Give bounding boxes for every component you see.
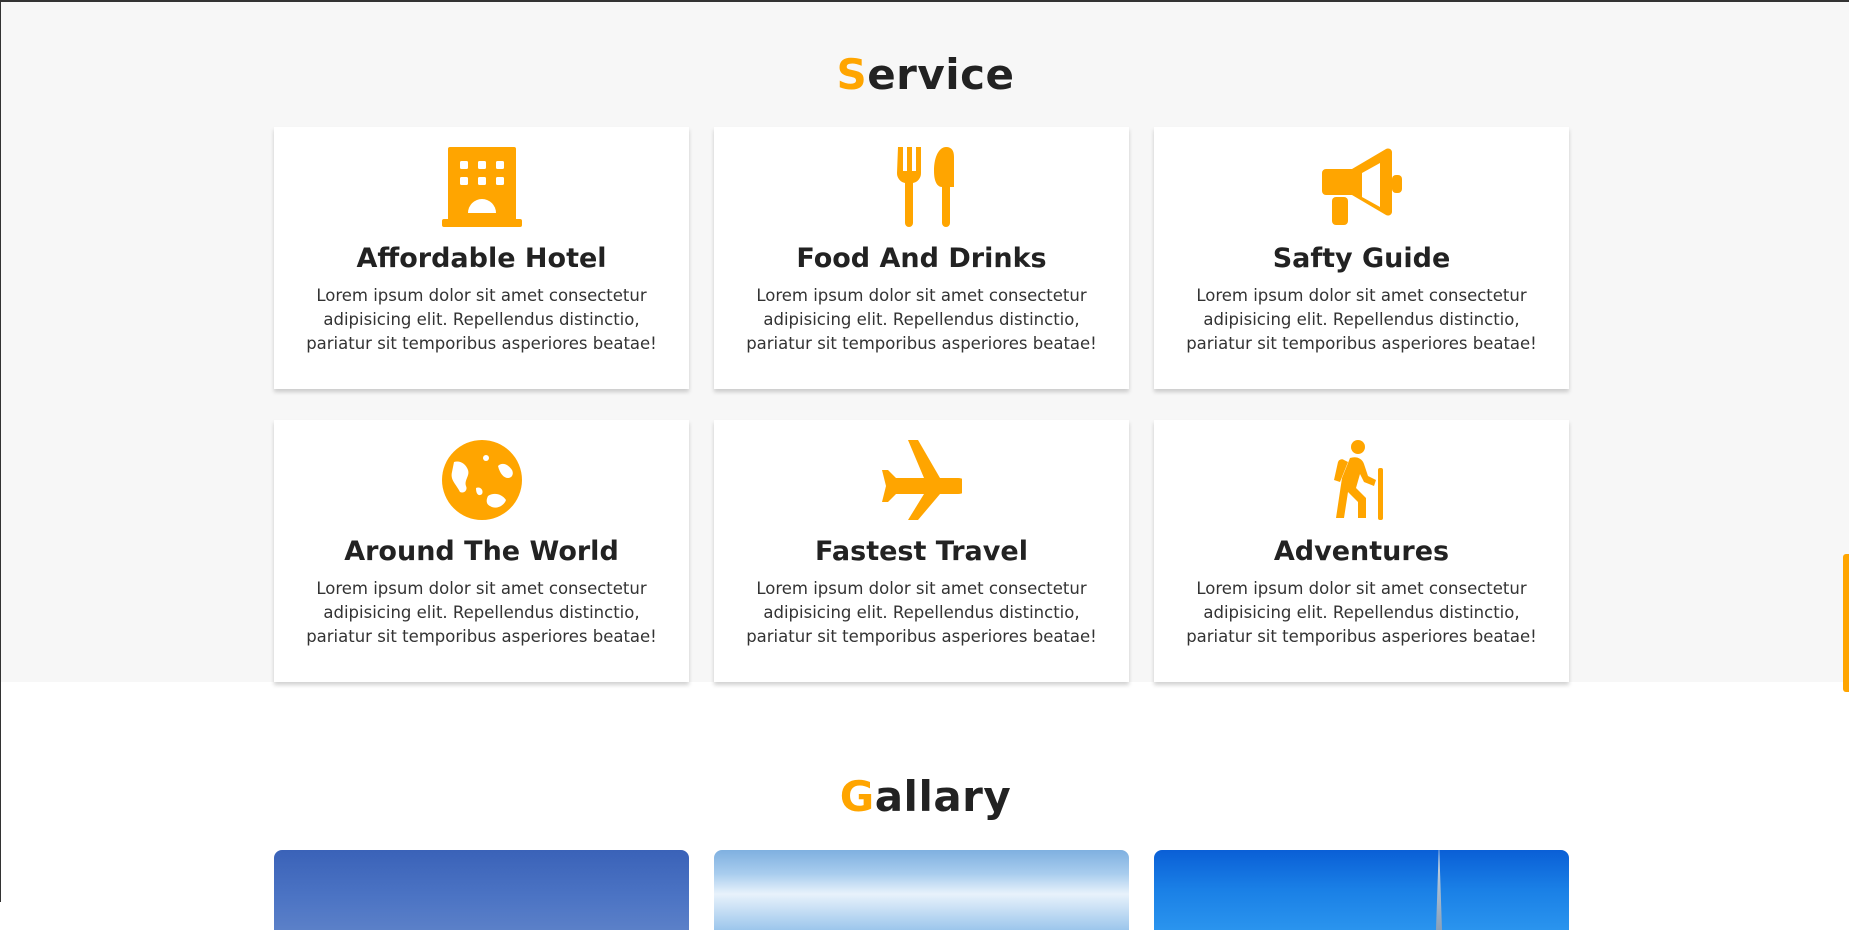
utensils-icon	[896, 147, 954, 227]
card-title: Safty Guide	[1272, 243, 1451, 274]
service-heading: Service	[836, 50, 1015, 99]
tower-image-detail	[1436, 850, 1442, 930]
gallery-image[interactable]	[274, 850, 689, 930]
service-section: Service Affordable Hotel Lorem ipsum dol…	[1, 2, 1849, 682]
service-card[interactable]: Fastest Travel Lorem ipsum dolor sit ame…	[714, 420, 1129, 682]
gallery-image[interactable]	[714, 850, 1129, 930]
service-card[interactable]: Around The World Lorem ipsum dolor sit a…	[274, 420, 689, 682]
gallery-image[interactable]	[1154, 850, 1569, 930]
service-card[interactable]: Safty Guide Lorem ipsum dolor sit amet c…	[1154, 127, 1569, 389]
globe-icon	[441, 440, 522, 520]
card-text: Lorem ipsum dolor sit amet consectetur a…	[1186, 286, 1537, 353]
service-card[interactable]: Food And Drinks Lorem ipsum dolor sit am…	[714, 127, 1129, 389]
card-title: Around The World	[344, 536, 619, 567]
hiking-icon	[1333, 440, 1383, 520]
megaphone-icon	[1321, 148, 1402, 225]
hotel-icon	[441, 147, 522, 227]
scrollbar-thumb[interactable]	[1843, 554, 1849, 692]
card-text: Lorem ipsum dolor sit amet consectetur a…	[746, 579, 1097, 646]
service-grid: Affordable Hotel Lorem ipsum dolor sit a…	[274, 127, 1569, 682]
service-card[interactable]: Adventures Lorem ipsum dolor sit amet co…	[1154, 420, 1569, 682]
card-text: Lorem ipsum dolor sit amet consectetur a…	[1186, 579, 1537, 646]
card-text: Lorem ipsum dolor sit amet consectetur a…	[746, 286, 1097, 353]
card-text: Lorem ipsum dolor sit amet consectetur a…	[306, 286, 657, 353]
gallery-grid	[274, 850, 1569, 930]
plane-icon	[881, 440, 962, 520]
card-title: Fastest Travel	[815, 536, 1028, 567]
card-title: Adventures	[1273, 536, 1450, 567]
card-text: Lorem ipsum dolor sit amet consectetur a…	[306, 579, 657, 646]
service-card[interactable]: Affordable Hotel Lorem ipsum dolor sit a…	[274, 127, 689, 389]
gallery-heading: Gallary	[839, 772, 1012, 821]
card-title: Food And Drinks	[796, 243, 1047, 274]
card-title: Affordable Hotel	[356, 243, 607, 274]
